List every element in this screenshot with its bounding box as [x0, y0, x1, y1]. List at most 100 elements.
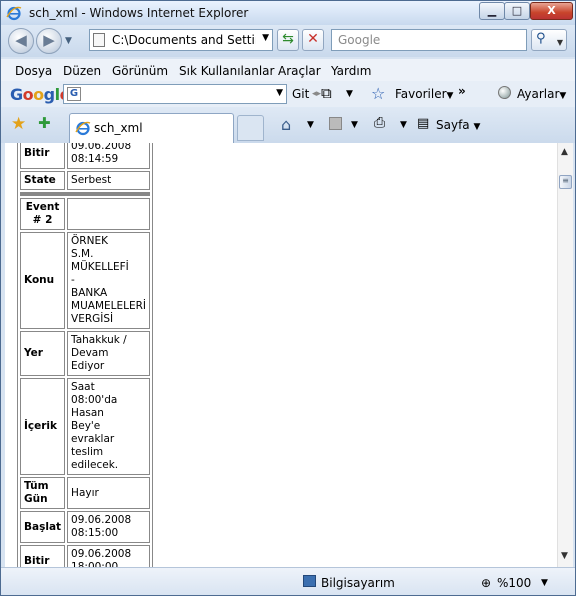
tab-label: sch_xml	[94, 121, 143, 135]
zoom-level[interactable]: %100	[497, 576, 531, 590]
star-outline-icon[interactable]: ☆	[371, 84, 385, 103]
table-row: State Serbest	[20, 171, 151, 190]
feeds-icon[interactable]	[329, 117, 342, 130]
table-row: Tüm Gün Hayır	[20, 477, 151, 509]
table-row: İçerik Saat 08:00'da Hasan Bey'e evraklar tesl…	[20, 378, 151, 475]
title-bar: sch_xml - Windows Internet Explorer ▁ □ …	[1, 1, 575, 25]
home-dropdown-icon[interactable]: ▼	[307, 120, 314, 130]
back-arrow-icon: ◀	[15, 31, 27, 49]
tab-sch-xml[interactable]: sch_xml	[69, 113, 234, 143]
zoom-icon[interactable]: ⊕	[481, 576, 491, 590]
scroll-up-arrow-icon[interactable]: ▲	[561, 147, 568, 157]
home-icon[interactable]: ⌂	[281, 115, 291, 134]
page-menu-label: Sayfa	[436, 118, 470, 132]
field-label: Bitir	[20, 143, 66, 169]
search-icon: ⚲	[536, 31, 546, 46]
google-search-input[interactable]: G ▼	[63, 84, 287, 104]
page-menu-button[interactable]: Sayfa ▼	[436, 118, 480, 132]
event-header-row: Event # 2	[20, 198, 151, 230]
puzzle-icon[interactable]: ⧉	[321, 84, 332, 102]
window-title: sch_xml - Windows Internet Explorer	[29, 6, 249, 20]
status-bar: Bilgisayarım ⊕ %100 ▼	[1, 567, 575, 595]
forward-arrow-icon: ▶	[43, 31, 55, 49]
table-row: Bitir 09.06.2008 08:14:59	[20, 143, 151, 169]
address-dropdown-icon[interactable]: ▼	[262, 33, 269, 43]
search-button[interactable]: ⚲ ▼	[531, 29, 567, 51]
google-go-button[interactable]: Git	[292, 87, 309, 101]
print-dropdown-icon[interactable]: ▼	[400, 120, 407, 130]
field-label: State	[20, 171, 66, 190]
table-row: Bitir 09.06.2008 18:00:00	[20, 545, 151, 567]
stop-button[interactable]: ✕	[302, 29, 324, 51]
zoom-dropdown-icon[interactable]: ▼	[541, 578, 548, 588]
settings-dropdown-icon: ▼	[559, 91, 567, 101]
add-favorite-icon[interactable]: ✚	[38, 114, 51, 132]
page-menu-icon[interactable]: ▤	[417, 116, 429, 131]
more-chevron-button[interactable]: »	[458, 84, 466, 98]
browser-window: sch_xml - Windows Internet Explorer ▁ □ …	[0, 0, 576, 596]
maximize-button[interactable]: □	[504, 2, 530, 20]
menu-bar: Dosya Düzen Görünüm Sık Kullanılanlar Ar…	[1, 59, 575, 81]
vertical-scrollbar[interactable]: ▲ ≡ ▼	[557, 143, 573, 567]
event-header: Event # 2	[20, 198, 66, 230]
refresh-icon: ⇆	[282, 31, 294, 47]
menu-help[interactable]: Yardım	[331, 64, 371, 78]
page-icon	[93, 33, 105, 47]
scroll-down-arrow-icon[interactable]: ▼	[561, 551, 568, 561]
field-label: Konu	[20, 232, 66, 329]
field-value: Saat 08:00'da Hasan Bey'e evraklar teslim edil…	[67, 378, 151, 475]
page-menu-dropdown-icon: ▼	[473, 122, 481, 132]
event-header-empty	[67, 198, 151, 230]
favorites-dropdown-icon: ▼	[446, 91, 454, 101]
search-placeholder: Google	[338, 33, 381, 47]
puzzle-dropdown-icon[interactable]: ▼	[346, 89, 353, 99]
menu-edit[interactable]: Düzen	[63, 64, 101, 78]
go-arrows-icon[interactable]: ◂▸	[312, 89, 321, 99]
navigation-bar: ◀ ▶ ▼ C:\Documents and Settings ▼ ⇆ ✕ Go…	[1, 25, 575, 57]
google-search-dropdown-icon[interactable]: ▼	[276, 88, 283, 98]
field-value: 09.06.2008 08:14:59	[67, 143, 151, 169]
favorites-star-icon[interactable]: ★	[11, 114, 26, 134]
settings-wrench-icon[interactable]	[498, 86, 511, 99]
settings-label: Ayarlar	[517, 87, 560, 101]
close-button[interactable]: X	[530, 2, 573, 20]
search-options-dropdown-icon[interactable]: ▼	[557, 34, 563, 52]
field-value: ÖRNEK S.M. MÜKELLEFİ - BANKA MUAMELELERİ VERGİ…	[67, 232, 151, 329]
computer-zone-icon	[303, 575, 316, 587]
google-g-icon: G	[67, 87, 81, 101]
table-row: Başlat 09.06.2008 08:15:00	[20, 511, 151, 543]
search-input[interactable]: Google	[331, 29, 527, 51]
menu-file[interactable]: Dosya	[15, 64, 52, 78]
table-row: Yer Tahakkuk / Devam Ediyor	[20, 331, 151, 376]
field-value: Tahakkuk / Devam Ediyor	[67, 331, 151, 376]
ie-logo-icon	[6, 6, 22, 21]
address-input[interactable]: C:\Documents and Settings	[112, 33, 256, 47]
address-bar[interactable]: C:\Documents and Settings ▼	[89, 29, 273, 51]
security-zone-label: Bilgisayarım	[321, 576, 395, 590]
field-label: Tüm Gün	[20, 477, 66, 509]
feeds-dropdown-icon[interactable]: ▼	[351, 120, 358, 130]
tab-bar: ★ ✚ sch_xml ⌂ ▼ ▼ ⎙ ▼ ▤ Sayfa ▼	[1, 107, 575, 143]
scroll-thumb[interactable]: ≡	[559, 175, 572, 189]
settings-button[interactable]: Ayarlar▼	[517, 87, 566, 101]
field-value: 09.06.2008 18:00:00	[67, 545, 151, 567]
print-icon[interactable]: ⎙	[374, 115, 385, 131]
menu-tools[interactable]: Araçlar	[278, 64, 321, 78]
back-button[interactable]: ◀	[8, 28, 34, 54]
field-label: Bitir	[20, 545, 66, 567]
new-tab-button[interactable]	[237, 115, 264, 141]
refresh-button[interactable]: ⇆	[277, 29, 299, 51]
table-row: Konu ÖRNEK S.M. MÜKELLEFİ - BANKA MUAMELELERİ V…	[20, 232, 151, 329]
menu-favorites[interactable]: Sık Kullanılanlar	[179, 64, 274, 78]
favorites-button[interactable]: Favoriler▼	[395, 87, 453, 101]
ie-tab-icon	[75, 121, 91, 136]
field-value: Hayır	[67, 477, 151, 509]
recent-pages-dropdown-icon[interactable]: ▼	[65, 36, 72, 46]
forward-button[interactable]: ▶	[36, 28, 62, 54]
google-toolbar: Google G ▼ Git ◂▸ ⧉ ▼ ☆ Favoriler▼ » Aya…	[1, 81, 575, 107]
menu-view[interactable]: Görünüm	[112, 64, 168, 78]
google-logo[interactable]: Google	[10, 85, 70, 104]
favorites-label: Favoriler	[395, 87, 447, 101]
field-value: 09.06.2008 08:15:00	[67, 511, 151, 543]
minimize-button[interactable]: ▁	[479, 2, 505, 20]
